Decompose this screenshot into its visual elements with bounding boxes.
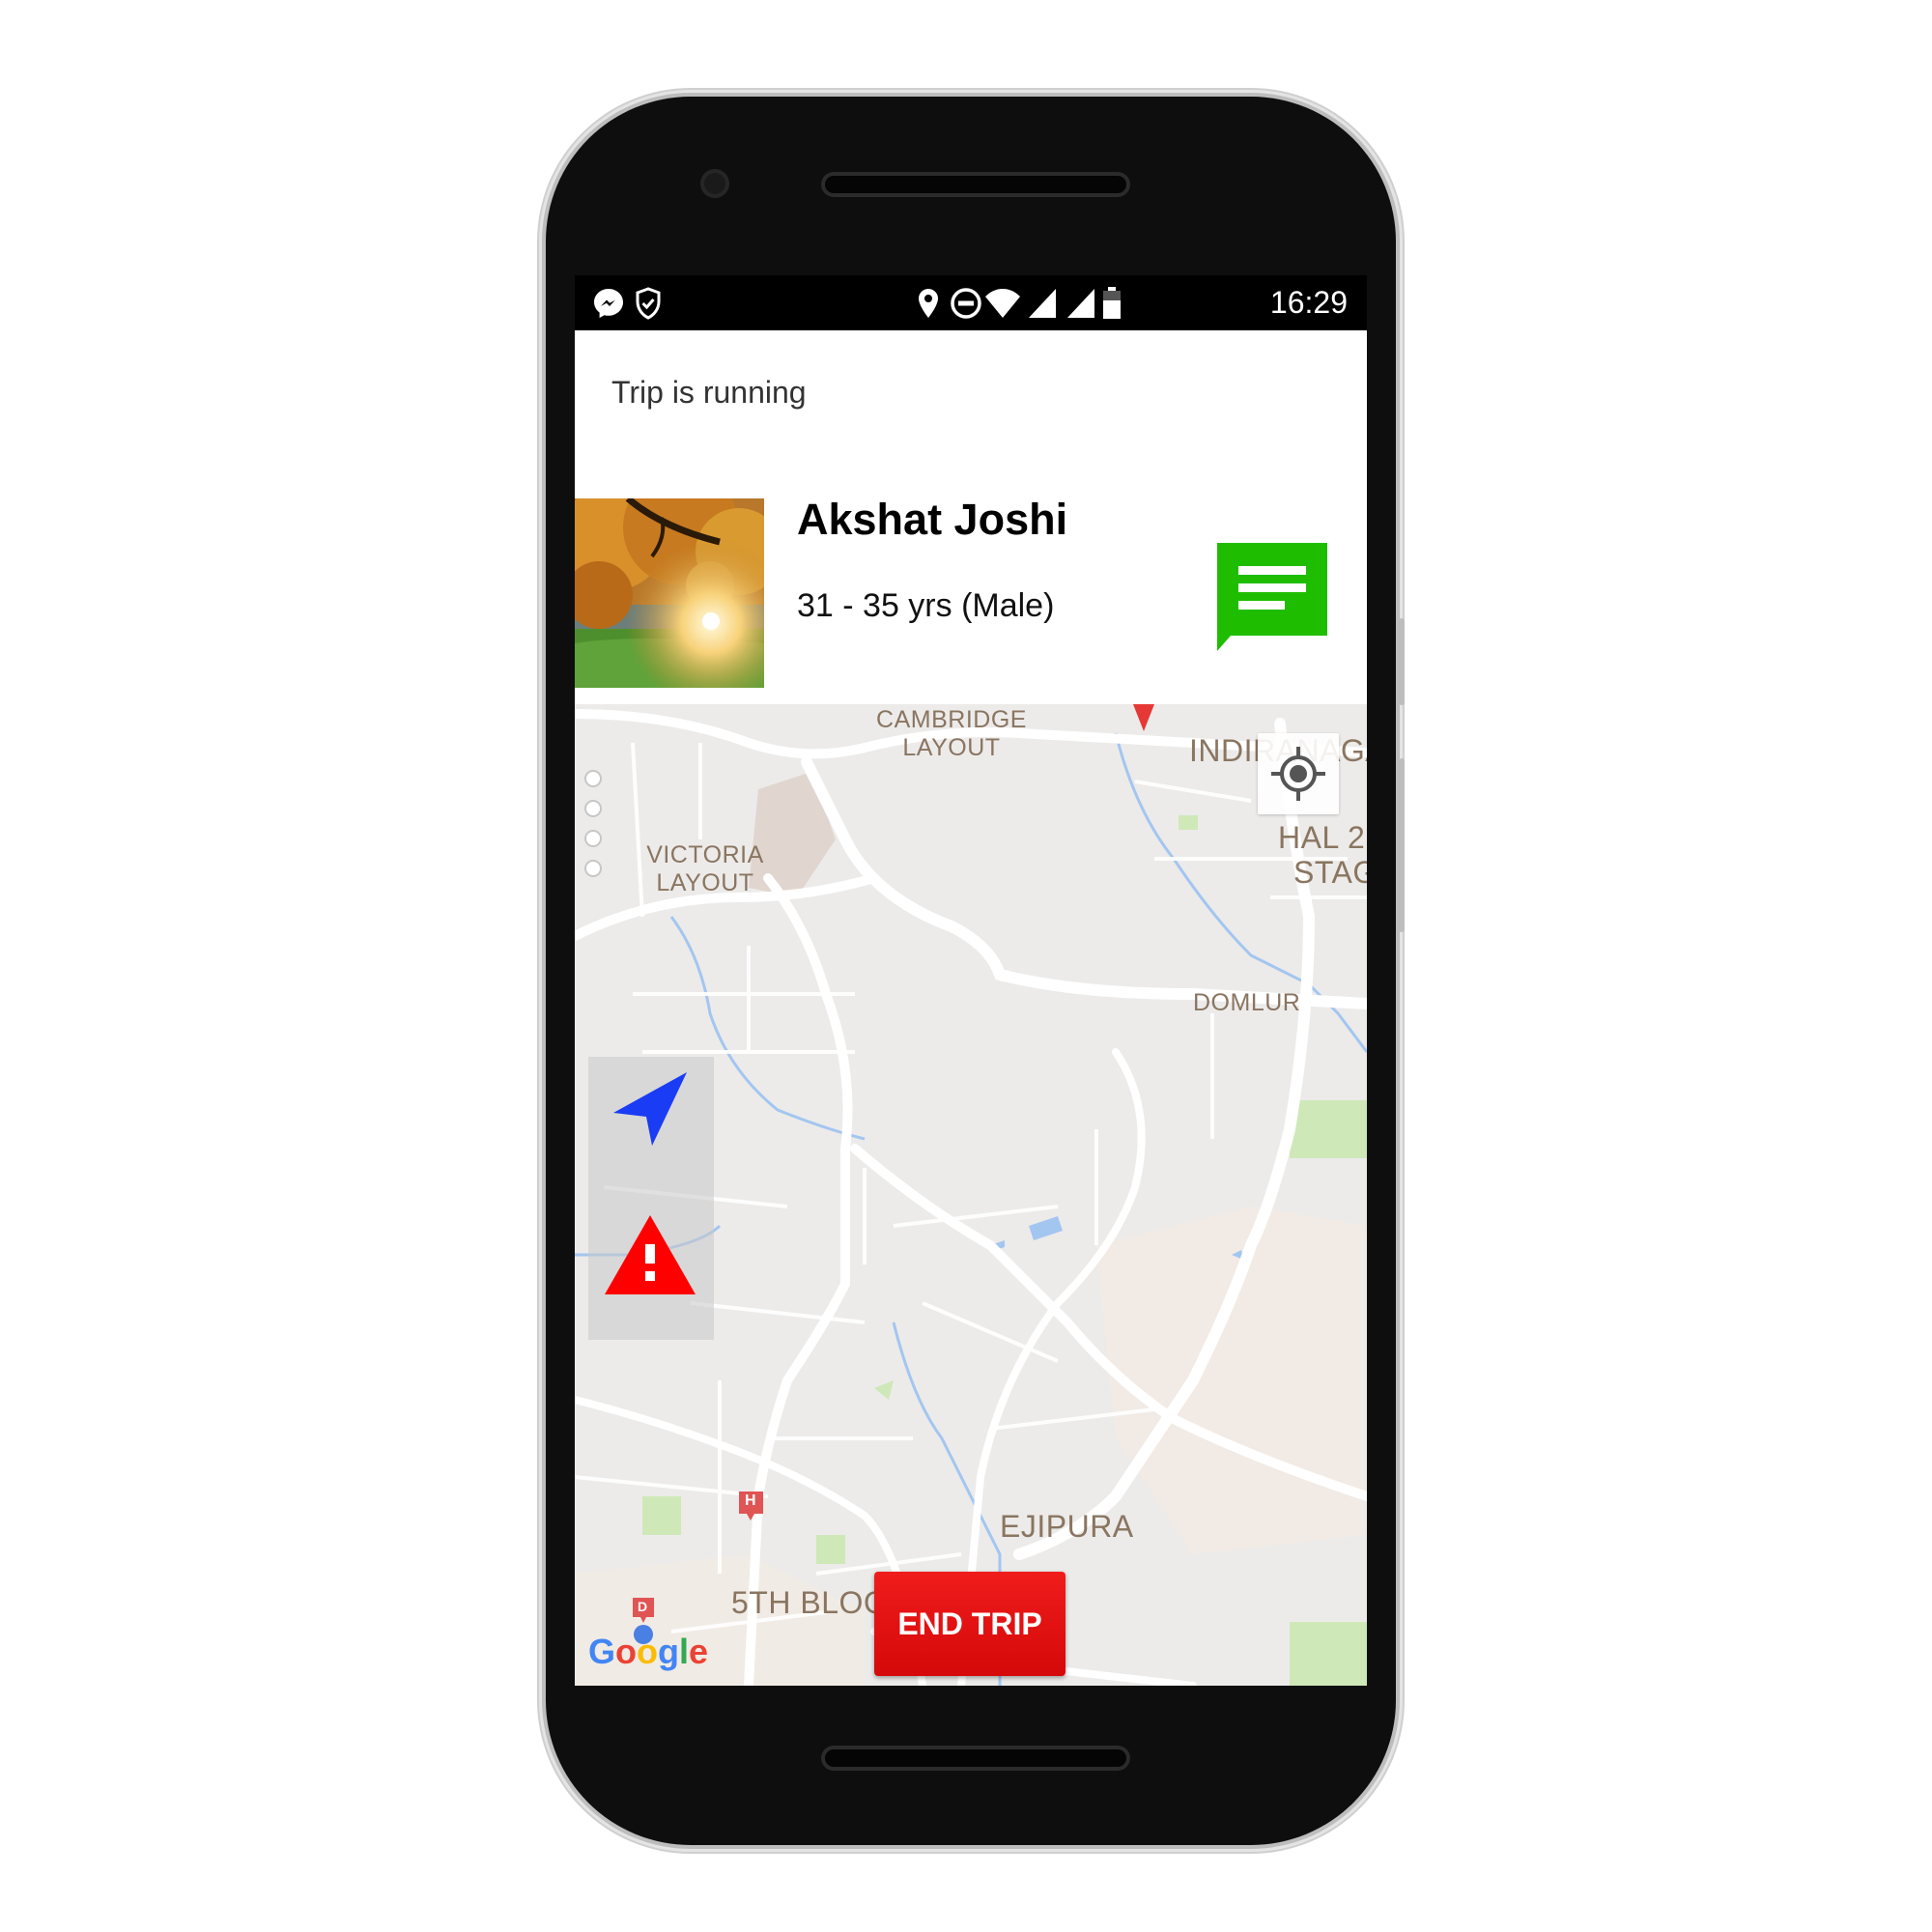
rider-name: Akshat Joshi [797,495,1068,544]
map-label-5th-block: 5TH BLOC [731,1585,887,1620]
map-label-cambridge: CAMBRIDGE LAYOUT [876,706,1027,761]
shield-check-icon [636,287,661,320]
hospital-marker-label: H [745,1492,756,1509]
handle-dot [584,830,602,847]
power-button [1399,618,1405,705]
handle-dot [584,800,602,817]
drag-handle[interactable] [584,770,602,890]
handle-dot [584,860,602,877]
map-label-victoria: VICTORIA LAYOUT [646,841,764,896]
handle-dot [584,770,602,787]
status-bar: 16:29 [575,275,1367,330]
front-camera [700,169,729,198]
messenger-icon [594,289,623,318]
end-trip-button[interactable]: END TRIP [874,1572,1065,1676]
wifi-icon [985,289,1020,318]
earpiece-speaker [821,172,1130,197]
battery-icon [1103,287,1121,319]
my-location-icon [1271,747,1325,801]
rider-details: 31 - 35 yrs (Male) [797,587,1055,624]
google-attribution: Google [588,1632,709,1671]
app-header: Trip is running [575,330,1367,454]
screen: 16:29 Trip is running Akshat Joshi 31 - … [575,275,1367,1686]
location-pin-icon [919,289,938,318]
chat-message-icon[interactable] [1217,543,1327,651]
map-label-domlur: DOMLUR [1193,989,1301,1016]
status-time: 16:29 [1269,285,1348,320]
do-not-disturb-icon [951,288,981,319]
volume-button [1399,758,1405,932]
rider-profile-card: Akshat Joshi 31 - 35 yrs (Male) [575,454,1367,696]
dentist-marker-label: D [638,1599,648,1614]
bottom-speaker [821,1746,1130,1771]
action-panel [588,1057,714,1340]
warning-icon[interactable] [602,1211,698,1298]
my-location-button[interactable] [1258,733,1339,814]
map-view[interactable]: CAMBRIDGELAYOUT VICTORIALAYOUT INDIRANAG… [575,704,1367,1686]
map-label-ejipura: EJIPURA [1000,1509,1134,1544]
map-label-hal: HAL 2 STAG [1278,820,1367,890]
signal-icon [1067,289,1094,318]
trip-status-title: Trip is running [611,375,807,410]
navigation-arrow-icon[interactable] [610,1068,691,1150]
phone-frame: 16:29 Trip is running Akshat Joshi 31 - … [546,97,1405,1845]
signal-icon [1029,289,1056,318]
profile-photo[interactable] [575,498,764,688]
